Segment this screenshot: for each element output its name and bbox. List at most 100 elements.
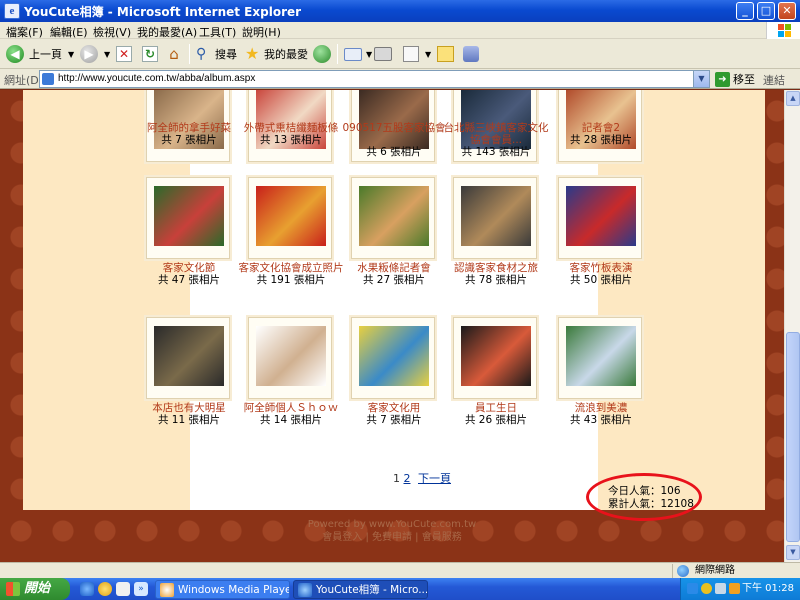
task-media-player[interactable]: Windows Media Player	[155, 580, 290, 599]
chevron-down-icon[interactable]: ▼	[693, 71, 709, 87]
vertical-scrollbar[interactable]: ▲ ▼	[784, 90, 800, 562]
album-thumbnail[interactable]	[248, 177, 332, 259]
powered-by[interactable]: Powered by www.YouCute.com.tw	[0, 518, 784, 531]
menu-favorites[interactable]: 我的最愛(A)	[137, 24, 197, 40]
album-thumbnail[interactable]	[351, 317, 435, 399]
history-button[interactable]	[313, 43, 331, 65]
title-bar[interactable]: e YouCute相簿 - Microsoft Internet Explore…	[0, 0, 800, 22]
back-button[interactable]: ◀ 上一頁 ▼	[6, 43, 74, 65]
album-title[interactable]: 流浪到美濃	[546, 402, 656, 414]
menu-tools[interactable]: 工具(T)	[199, 24, 236, 40]
search-button[interactable]: ⚲ 搜尋	[196, 43, 237, 65]
menu-view[interactable]: 檢視(V)	[93, 24, 131, 40]
page-2-link[interactable]: 2	[404, 472, 411, 485]
visitor-stats: 今日人氣：106 累計人氣：12108	[608, 485, 694, 511]
ie-icon: e	[4, 3, 20, 19]
star-icon: ★	[245, 44, 260, 63]
album-thumbnail[interactable]	[351, 177, 435, 259]
task-browser-label: YouCute相簿 - Micro...	[316, 584, 428, 596]
clock: 下午 01:28	[742, 583, 794, 594]
album-title[interactable]: 員工生日	[441, 402, 551, 414]
show-more-icon[interactable]: »	[134, 582, 148, 596]
discuss-button[interactable]	[437, 43, 454, 65]
album-title[interactable]: 水果粄條記者會	[339, 262, 449, 274]
page-1: 1	[393, 472, 400, 485]
mail-button[interactable]: ▼	[344, 43, 372, 65]
album-photo[interactable]	[154, 326, 224, 386]
maximize-button[interactable]: □	[757, 2, 775, 20]
media-quicklaunch-icon[interactable]	[116, 582, 130, 596]
edit-button[interactable]: ▼	[403, 43, 431, 65]
album-thumbnail[interactable]	[453, 317, 537, 399]
album-thumbnail[interactable]	[146, 317, 230, 399]
menu-file[interactable]: 檔案(F)	[6, 24, 43, 40]
tray-alert-icon[interactable]	[701, 583, 712, 594]
messenger-quicklaunch-icon[interactable]	[98, 582, 112, 596]
member-links[interactable]: 會員登入 | 免費申請 | 會員服務	[0, 531, 784, 544]
album-photo[interactable]	[359, 186, 429, 246]
album-photo[interactable]	[359, 90, 429, 149]
album-photo[interactable]	[154, 186, 224, 246]
album-title[interactable]: 本店也有大明星	[134, 402, 244, 414]
album-photo[interactable]	[566, 186, 636, 246]
menu-edit[interactable]: 編輯(E)	[50, 24, 88, 40]
task-browser[interactable]: YouCute相簿 - Micro...	[293, 580, 428, 599]
album-photo-count: 共 27 張相片	[362, 274, 426, 286]
favorites-button[interactable]: ★ 我的最愛	[245, 43, 308, 65]
links-label[interactable]: 連結	[763, 72, 785, 88]
messenger-button[interactable]	[463, 43, 479, 65]
album-photo[interactable]	[461, 186, 531, 246]
album-photo[interactable]	[461, 326, 531, 386]
refresh-button[interactable]: ↻	[142, 43, 158, 65]
warning-icon[interactable]	[729, 583, 740, 594]
tray-app-icon[interactable]	[687, 583, 698, 594]
history-icon	[313, 45, 331, 63]
scroll-thumb[interactable]	[786, 332, 800, 542]
album-photo-count: 共 13 張相片	[259, 134, 323, 146]
start-label: 開始	[24, 581, 51, 596]
go-button[interactable]: ➜ 移至	[715, 71, 755, 87]
volume-icon[interactable]	[715, 583, 726, 594]
album-title[interactable]: 客家文化協會成立照片	[236, 262, 346, 274]
address-input[interactable]: http://www.youcute.com.tw/abba/album.asp…	[39, 70, 710, 88]
next-page-link[interactable]: 下一頁	[418, 472, 451, 485]
print-button[interactable]	[374, 43, 392, 65]
stop-button[interactable]: ✕	[116, 43, 132, 65]
album-thumbnail[interactable]	[558, 317, 642, 399]
total-visits: 累計人氣：12108	[608, 498, 694, 510]
home-button[interactable]: ⌂	[166, 43, 182, 65]
scroll-down-icon[interactable]: ▼	[786, 545, 800, 560]
album-title[interactable]: 外帶式熏桔纖麵板條	[236, 122, 346, 134]
album-photo[interactable]	[566, 326, 636, 386]
forward-button[interactable]: ▶ ▼	[80, 43, 110, 65]
album-photo[interactable]	[256, 186, 326, 246]
album-title[interactable]: 記者會2	[546, 122, 656, 134]
album-photo[interactable]	[359, 326, 429, 386]
page-icon	[42, 73, 54, 85]
album-thumbnail[interactable]	[453, 177, 537, 259]
album-photo[interactable]	[256, 326, 326, 386]
mail-icon	[344, 47, 362, 61]
album-title[interactable]: 090517五股客家協會	[339, 122, 449, 134]
album-title[interactable]: 客家文化用	[339, 402, 449, 414]
album-title[interactable]: 客家文化節	[134, 262, 244, 274]
ie-quicklaunch-icon[interactable]	[80, 582, 94, 596]
album-title[interactable]: 認識客家食材之旅	[441, 262, 551, 274]
album-thumbnail[interactable]	[248, 317, 332, 399]
close-button[interactable]: ✕	[778, 2, 796, 20]
album-title[interactable]: 阿全師個人Ｓｈｏｗ	[236, 402, 346, 414]
menu-help[interactable]: 說明(H)	[242, 24, 281, 40]
footer: Powered by www.YouCute.com.tw 會員登入 | 免費申…	[0, 518, 784, 544]
start-button[interactable]: 開始	[0, 578, 70, 600]
minimize-button[interactable]: _	[736, 2, 754, 20]
album-title[interactable]: 台北縣三峽鎮客家文化協會會員...	[441, 122, 551, 146]
scroll-up-icon[interactable]: ▲	[786, 91, 800, 106]
album-photo-count: 共 191 張相片	[256, 274, 326, 286]
system-tray: 下午 01:28	[680, 578, 800, 600]
album-title[interactable]: 客家竹板表演	[546, 262, 656, 274]
print-icon	[374, 47, 392, 61]
album-photo-count: 共 50 張相片	[569, 274, 633, 286]
album-thumbnail[interactable]	[146, 177, 230, 259]
album-title[interactable]: 阿全師的拿手好菜	[134, 122, 244, 134]
album-thumbnail[interactable]	[558, 177, 642, 259]
